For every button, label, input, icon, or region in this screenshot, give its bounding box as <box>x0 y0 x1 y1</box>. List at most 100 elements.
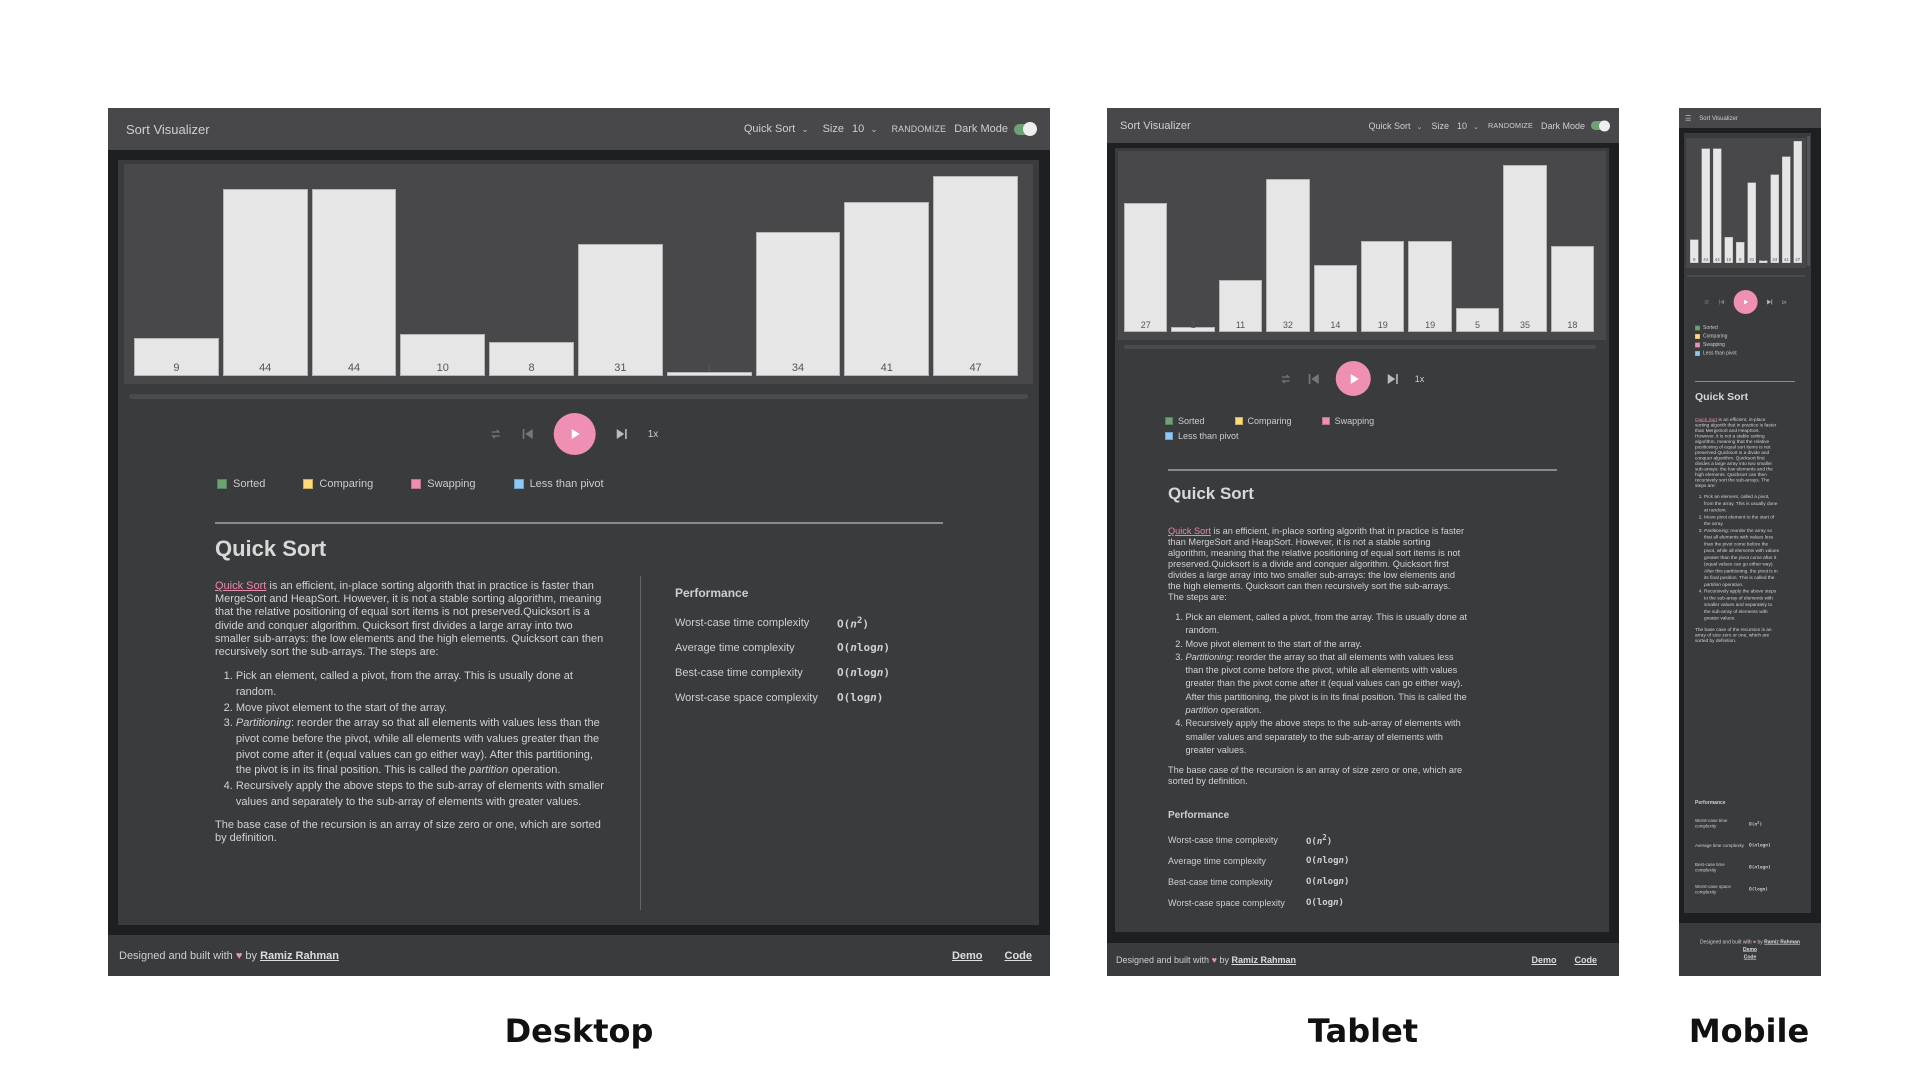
bar-value-label: 47 <box>1795 257 1801 262</box>
author-link[interactable]: Ramiz Rahman <box>1231 955 1296 965</box>
demo-link[interactable]: Demo <box>1531 955 1556 965</box>
author-link[interactable]: Ramiz Rahman <box>1764 939 1800 945</box>
randomize-button[interactable]: RANDOMIZE <box>892 124 947 134</box>
repeat-icon[interactable] <box>1704 299 1710 305</box>
progress-bar[interactable] <box>1124 345 1596 349</box>
credits-text: Designed and built with <box>1700 939 1752 945</box>
skip-next-icon[interactable] <box>616 428 628 440</box>
legend-swatch <box>1695 325 1700 331</box>
performance-table: Worst-case time complexity O(n2) Average t… <box>675 610 890 710</box>
bar-value-label: 10 <box>436 362 449 374</box>
step: Partitioning: reorder the array so that … <box>1704 527 1780 588</box>
demo-link[interactable]: Demo <box>952 950 983 962</box>
skip-next-icon[interactable] <box>1767 299 1773 305</box>
author-link[interactable]: Ramiz Rahman <box>260 950 339 962</box>
size-label: Size <box>1431 120 1449 131</box>
credits: Designed and built with ♥ by Ramiz Rahma… <box>1700 938 1800 946</box>
intro-text: is an efficient, in-place sorting algori… <box>1168 526 1465 602</box>
play-button[interactable] <box>1733 290 1758 314</box>
algorithm-title: Quick Sort <box>1695 391 1749 403</box>
bar-value-label: 41 <box>880 362 893 374</box>
complexity-label: Best-case time complexity <box>1168 876 1273 887</box>
bar-value-label: 18 <box>1567 320 1578 330</box>
skip-previous-icon[interactable] <box>522 428 534 440</box>
repeat-icon[interactable] <box>490 428 502 440</box>
legend-item: Comparing <box>1695 334 1795 339</box>
outro-paragraph: The base case of the recursion is an arr… <box>1168 765 1463 787</box>
legend-item: Less than pivot <box>1695 351 1795 356</box>
dark-mode-toggle[interactable] <box>1591 120 1610 131</box>
bar: 10 <box>1724 237 1733 263</box>
code-link[interactable]: Code <box>1743 953 1757 961</box>
bar-chart: 27 1 11 32 14 19 19 5 35 18 <box>1118 151 1606 340</box>
step: Recursively apply the above steps to the… <box>236 779 607 810</box>
algorithm-title: Quick Sort <box>215 536 327 561</box>
algorithm-select[interactable]: Quick Sort ⌄ <box>1368 121 1422 131</box>
bar-value-label: 27 <box>1140 320 1151 330</box>
bar-value-label: 1 <box>1190 320 1196 330</box>
complexity-value: O(logn) <box>837 685 890 710</box>
complexity-part: O(log <box>1749 886 1763 892</box>
legend-item: Less than pivot <box>513 478 604 490</box>
hamburger-icon[interactable]: ☰ <box>1685 114 1691 123</box>
size-select[interactable]: 10 ⌄ <box>852 123 878 135</box>
tablet-caption: Tablet <box>1307 1012 1419 1050</box>
dark-mode-toggle[interactable] <box>1014 122 1037 136</box>
progress-bar[interactable] <box>129 394 1028 399</box>
complexity-part: n <box>850 641 857 654</box>
complexity-part: ) <box>1343 876 1350 887</box>
bar-value-label: 14 <box>1330 320 1341 330</box>
speed-button[interactable]: 1x <box>648 429 659 440</box>
complexity-part: O( <box>1306 836 1317 847</box>
randomize-button[interactable]: RANDOMIZE <box>1488 121 1533 130</box>
dark-mode-label: Dark Mode <box>954 123 1008 135</box>
performance-table: Worst-case time complexity O(n2) Average t… <box>1695 813 1771 901</box>
credits: Designed and built with ♥ by Ramiz Rahma… <box>1116 955 1296 965</box>
demo-link[interactable]: Demo <box>1743 946 1757 954</box>
speed-button[interactable]: 1x <box>1782 300 1787 305</box>
play-button[interactable] <box>1335 361 1371 396</box>
size-select[interactable]: 10 ⌄ <box>1457 121 1479 131</box>
bar: 18 <box>1550 246 1595 332</box>
skip-next-icon[interactable] <box>1387 373 1399 385</box>
bar: 27 <box>1124 203 1168 332</box>
step: Move pivot element to the start of the a… <box>1704 514 1780 528</box>
bar-value-label: 5 <box>1475 320 1481 330</box>
bar: 34 <box>1770 174 1779 263</box>
quick-sort-link[interactable]: Quick Sort <box>1168 526 1211 536</box>
legend-label: Less than pivot <box>529 478 604 490</box>
performance-row: Best-case time complexity O(nlogn) <box>1168 871 1349 892</box>
complexity-label: Average time complexity <box>1168 855 1266 866</box>
legend: Sorted Comparing Swapping Less than pivot <box>1165 416 1425 441</box>
algorithm-select[interactable]: Quick Sort ⌄ <box>744 123 809 135</box>
footer-links: Demo Code <box>930 950 1032 962</box>
mobile-view: ☰ Sort Visualizer 9 44 44 10 8 31 1 34 41 47 1x So… <box>1679 108 1821 976</box>
code-link[interactable]: Code <box>1005 950 1033 962</box>
size-label: Size <box>822 123 844 135</box>
complexity-part: ) <box>876 691 884 704</box>
complexity-label: Worst-case time complexity <box>675 616 810 629</box>
speed-button[interactable]: 1x <box>1415 374 1425 384</box>
play-button[interactable] <box>553 413 596 455</box>
repeat-icon[interactable] <box>1280 373 1292 385</box>
skip-previous-icon[interactable] <box>1308 373 1320 385</box>
complexity-part: ) <box>1767 864 1771 870</box>
step: Recursively apply the above steps to the… <box>1704 588 1780 622</box>
bar: 8 <box>489 342 574 376</box>
bar-value-label: 47 <box>969 362 982 374</box>
scrollbar[interactable] <box>1807 136 1810 266</box>
bar: 14 <box>1313 265 1358 332</box>
complexity-value: O(nlogn) <box>837 660 890 685</box>
complexity-label: Average time complexity <box>675 641 795 654</box>
performance-title: Performance <box>675 586 749 600</box>
step-text: operation. <box>1218 705 1262 716</box>
performance-row: Average time complexity O(nlogn) <box>1695 835 1771 857</box>
legend-item: Sorted <box>1695 325 1795 331</box>
progress-bar[interactable] <box>1687 275 1805 277</box>
complexity-part: O( <box>837 666 851 679</box>
quick-sort-link[interactable]: Quick Sort <box>215 580 266 592</box>
bar: 9 <box>1690 239 1699 263</box>
complexity-part: ) <box>1765 886 1768 892</box>
skip-previous-icon[interactable] <box>1719 299 1725 305</box>
code-link[interactable]: Code <box>1575 955 1598 965</box>
